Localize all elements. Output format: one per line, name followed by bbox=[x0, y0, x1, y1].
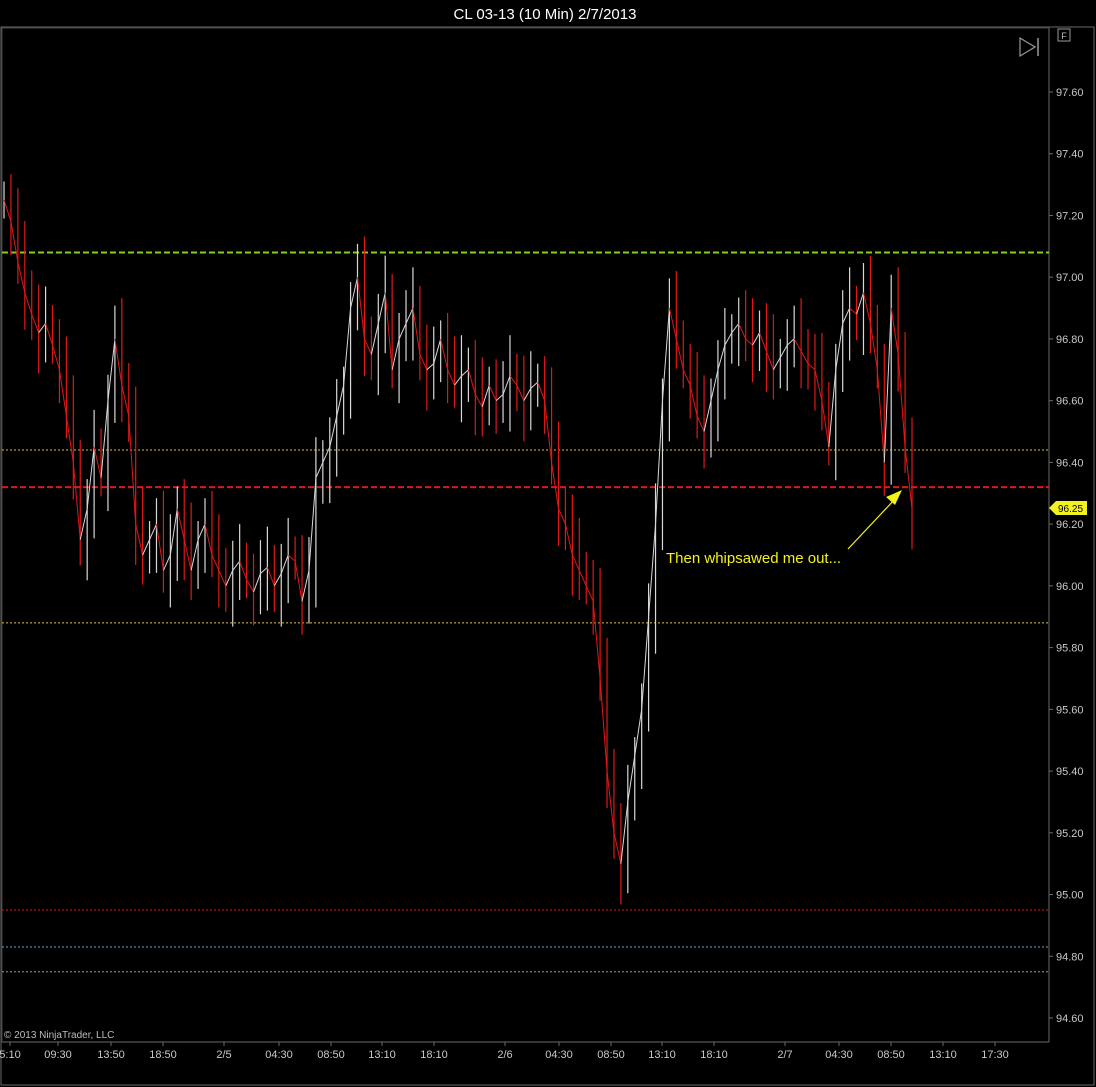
y-tick-label: 95.40 bbox=[1056, 766, 1084, 778]
x-tick-label: 13:50 bbox=[97, 1049, 125, 1061]
y-tick-label: 97.20 bbox=[1056, 210, 1084, 222]
current-price-marker: 96.25 bbox=[1049, 501, 1087, 515]
x-tick-label: 04:30 bbox=[825, 1049, 853, 1061]
chart-title: CL 03-13 (10 Min) 2/7/2013 bbox=[454, 6, 637, 23]
y-tick-label: 96.20 bbox=[1056, 519, 1084, 531]
y-tick-label: 95.60 bbox=[1056, 704, 1084, 716]
y-tick-label: 94.80 bbox=[1056, 951, 1084, 963]
x-tick-label: 13:10 bbox=[648, 1049, 676, 1061]
x-tick-label: 08:50 bbox=[317, 1049, 345, 1061]
x-tick-label: 13:10 bbox=[368, 1049, 396, 1061]
x-tick-label: 13:10 bbox=[929, 1049, 957, 1061]
y-tick-label: 95.00 bbox=[1056, 890, 1084, 902]
y-tick-label: 97.60 bbox=[1056, 87, 1084, 99]
x-tick-label: 09:30 bbox=[44, 1049, 72, 1061]
current-price-label: 96.25 bbox=[1058, 504, 1083, 515]
chart-window: CL 03-13 (10 Min) 2/7/2013 97.60 97.40 97.… bbox=[0, 0, 1096, 1087]
price-chart: CL 03-13 (10 Min) 2/7/2013 97.60 97.40 97.… bbox=[0, 6, 1095, 1086]
y-tick-label: 95.20 bbox=[1056, 828, 1084, 840]
x-tick-label: 2/7 bbox=[777, 1049, 792, 1061]
x-tick-label: 08:50 bbox=[877, 1049, 905, 1061]
y-tick-label: 97.40 bbox=[1056, 149, 1084, 161]
y-tick-label: 95.80 bbox=[1056, 643, 1084, 655]
watermark: © 2013 NinjaTrader, LLC bbox=[4, 1030, 114, 1041]
y-tick-label: 96.60 bbox=[1056, 396, 1084, 408]
y-tick-label: 97.00 bbox=[1056, 272, 1084, 284]
x-tick-label: 08:50 bbox=[597, 1049, 625, 1061]
y-tick-label: 96.80 bbox=[1056, 334, 1084, 346]
x-tick-label: 18:10 bbox=[420, 1049, 448, 1061]
x-tick-label: 17:30 bbox=[981, 1049, 1009, 1061]
y-tick-label: 94.60 bbox=[1056, 1013, 1084, 1025]
x-tick-label: 04:30 bbox=[545, 1049, 573, 1061]
annotation-text: Then whipsawed me out... bbox=[666, 550, 841, 567]
x-tick-label: 2/6 bbox=[497, 1049, 512, 1061]
y-tick-label: 96.00 bbox=[1056, 581, 1084, 593]
x-tick-label: 2/5 bbox=[216, 1049, 231, 1061]
y-tick-label: 96.40 bbox=[1056, 457, 1084, 469]
x-tick-label: 18:50 bbox=[149, 1049, 177, 1061]
svg-text:F: F bbox=[1061, 31, 1067, 41]
x-tick-label: 5:10 bbox=[0, 1049, 21, 1061]
x-tick-label: 04:30 bbox=[265, 1049, 293, 1061]
chart-frame bbox=[0, 26, 1095, 1086]
x-tick-label: 18:10 bbox=[700, 1049, 728, 1061]
